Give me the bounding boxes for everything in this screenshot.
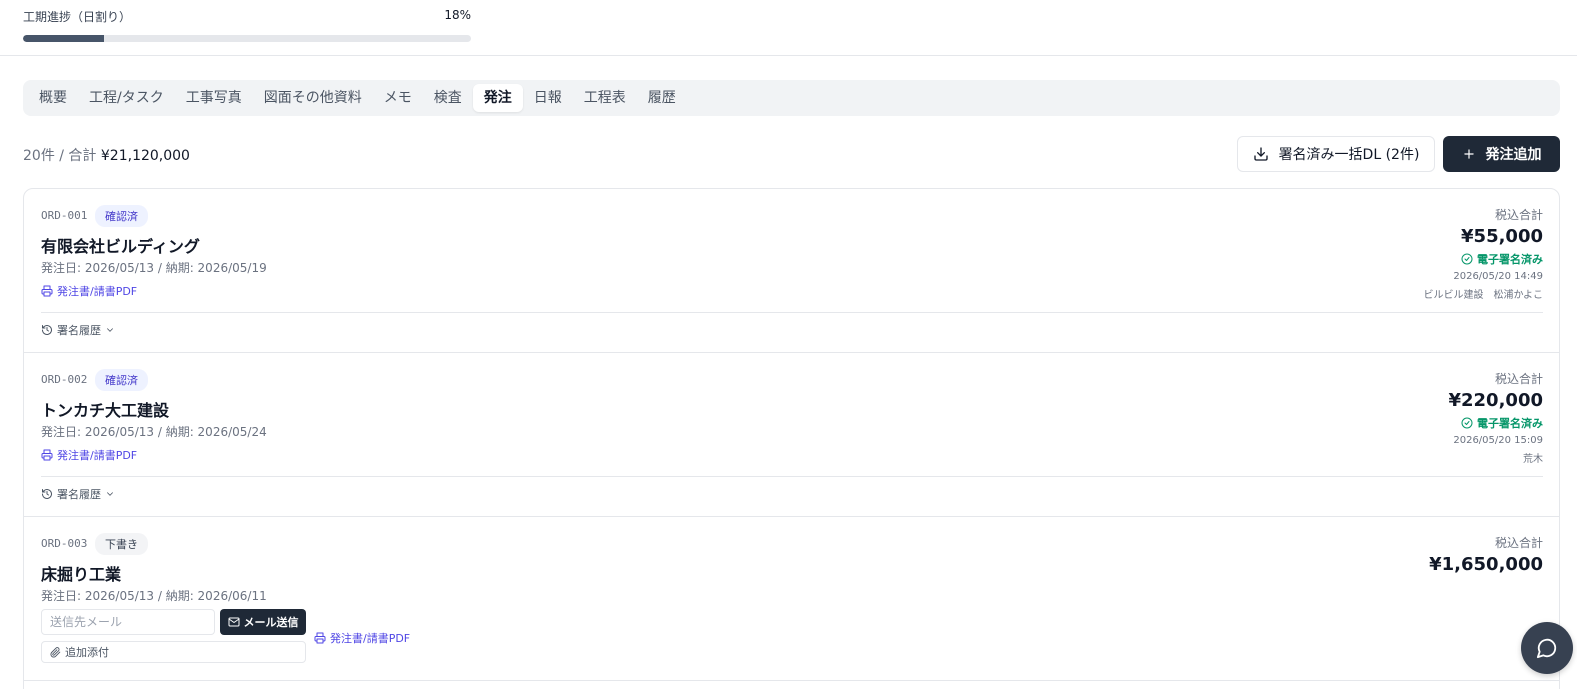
- order-card: ORD-001 確認済 有限会社ビルディング 発注日: 2026/05/13 /…: [24, 189, 1559, 353]
- tab-daily-report[interactable]: 日報: [523, 84, 573, 112]
- order-dates: 発注日: 2026/05/13 / 納期: 2026/05/24: [41, 425, 267, 439]
- progress-bar-fill: [23, 35, 104, 42]
- chevron-down-icon: [105, 325, 115, 335]
- add-order-label: 発注追加: [1485, 147, 1542, 163]
- plus-icon: [1462, 147, 1476, 161]
- printer-icon: [41, 449, 53, 461]
- tab-construction-photos[interactable]: 工事写真: [175, 84, 253, 112]
- order-amount-block: 税込合計 ¥1,650,000: [1429, 534, 1543, 575]
- order-card: ORD-003 下書き 床掘り工業 発注日: 2026/05/13 / 納期: …: [24, 517, 1559, 681]
- divider: [41, 312, 1543, 313]
- vendor-name: 床掘り工業: [41, 565, 122, 584]
- order-dates: 発注日: 2026/05/13 / 納期: 2026/05/19: [41, 261, 267, 275]
- tab-history[interactable]: 履歴: [637, 84, 687, 112]
- vendor-name: トンカチ大工建設: [41, 401, 170, 420]
- chat-button[interactable]: [1521, 622, 1573, 674]
- printer-icon: [314, 632, 326, 644]
- signed-at: 2026/05/20 14:49: [1453, 271, 1543, 282]
- order-total: ¥21,120,000: [100, 148, 190, 164]
- pdf-link-label: 発注書/請書PDF: [330, 632, 411, 645]
- tax-total-label: 税込合計: [1494, 536, 1543, 550]
- order-amount-block: 税込合計 ¥220,000 電子署名済み 2026/05/20 15:09 荒木: [1448, 370, 1543, 465]
- progress-bar: [23, 35, 471, 42]
- add-attachment-button[interactable]: 追加添付: [41, 641, 306, 663]
- add-order-button[interactable]: 発注追加: [1443, 136, 1560, 172]
- signed-by: 荒木: [1523, 454, 1543, 465]
- pdf-link[interactable]: 発注書/請書PDF: [41, 283, 137, 299]
- divider: [0, 55, 1577, 56]
- send-email-label: メール送信: [243, 616, 299, 629]
- divider: [41, 476, 1543, 477]
- recipient-email-input[interactable]: [41, 609, 215, 635]
- mail-icon: [228, 616, 240, 628]
- pdf-link[interactable]: 発注書/請書PDF: [314, 630, 410, 646]
- tab-inspection[interactable]: 検査: [423, 84, 473, 112]
- order-amount: ¥220,000: [1448, 390, 1543, 411]
- tax-total-label: 税込合計: [1494, 372, 1543, 386]
- tab-schedule[interactable]: 工程表: [573, 84, 637, 112]
- progress-label: 工期進捗（日割り）: [23, 10, 132, 24]
- check-circle-icon: [1461, 417, 1473, 429]
- vendor-name: 有限会社ビルディング: [41, 237, 200, 256]
- send-email-button[interactable]: メール送信: [220, 609, 306, 635]
- chat-bubble-icon: [1536, 637, 1558, 659]
- bulk-download-label: 署名済み一括DL (2件): [1278, 147, 1420, 163]
- tab-bar: 概要 工程/タスク 工事写真 図面その他資料 メモ 検査 発注 日報 工程表 履…: [23, 80, 1560, 116]
- order-id: ORD-002: [41, 373, 88, 386]
- signature-history-toggle[interactable]: 署名履歴: [41, 322, 115, 338]
- status-badge: 確認済: [95, 205, 148, 227]
- orders-summary: 20件 / 合計 ¥21,120,000: [23, 145, 190, 165]
- order-card: ORD-002 確認済 トンカチ大工建設 発注日: 2026/05/13 / 納…: [24, 353, 1559, 517]
- check-circle-icon: [1461, 253, 1473, 265]
- status-badge: 確認済: [95, 369, 148, 391]
- printer-icon: [41, 285, 53, 297]
- order-amount-block: 税込合計 ¥55,000 電子署名済み 2026/05/20 14:49 ビルビ…: [1424, 206, 1544, 301]
- add-attachment-label: 追加添付: [65, 646, 109, 659]
- signature-history-toggle[interactable]: 署名履歴: [41, 486, 115, 502]
- tab-memo[interactable]: メモ: [373, 84, 423, 112]
- chevron-down-icon: [105, 489, 115, 499]
- order-id: ORD-003: [41, 537, 88, 550]
- order-amount: ¥55,000: [1461, 226, 1543, 247]
- pdf-link-label: 発注書/請書PDF: [57, 449, 138, 462]
- tab-process-tasks[interactable]: 工程/タスク: [78, 84, 175, 112]
- order-id: ORD-001: [41, 209, 88, 222]
- history-icon: [41, 324, 53, 336]
- progress-percent: 18%: [444, 8, 471, 22]
- tab-drawings-documents[interactable]: 図面その他資料: [253, 84, 373, 112]
- status-badge: 下書き: [95, 533, 148, 555]
- order-amount: ¥1,650,000: [1429, 554, 1543, 575]
- order-count: 20件 / 合計: [23, 148, 101, 164]
- signed-label: 電子署名済み: [1477, 417, 1543, 430]
- signature-history-label: 署名履歴: [57, 488, 101, 501]
- signed-by: ビルビル建設 松浦かよこ: [1423, 290, 1544, 301]
- tax-total-label: 税込合計: [1494, 208, 1543, 222]
- signature-history-label: 署名履歴: [57, 324, 101, 337]
- tab-overview[interactable]: 概要: [28, 84, 78, 112]
- history-icon: [41, 488, 53, 500]
- pdf-link-label: 発注書/請書PDF: [57, 285, 138, 298]
- bulk-download-button[interactable]: 署名済み一括DL (2件): [1237, 136, 1435, 172]
- signed-status: 電子署名済み: [1424, 251, 1543, 267]
- download-icon: [1253, 146, 1269, 162]
- paperclip-icon: [50, 646, 61, 658]
- order-list: ORD-001 確認済 有限会社ビルディング 発注日: 2026/05/13 /…: [23, 188, 1560, 689]
- signed-status: 電子署名済み: [1448, 415, 1543, 431]
- order-dates: 発注日: 2026/05/13 / 納期: 2026/06/11: [41, 589, 267, 603]
- signed-label: 電子署名済み: [1477, 253, 1543, 266]
- signed-at: 2026/05/20 15:09: [1453, 435, 1543, 446]
- tab-orders[interactable]: 発注: [472, 84, 523, 112]
- pdf-link[interactable]: 発注書/請書PDF: [41, 447, 137, 463]
